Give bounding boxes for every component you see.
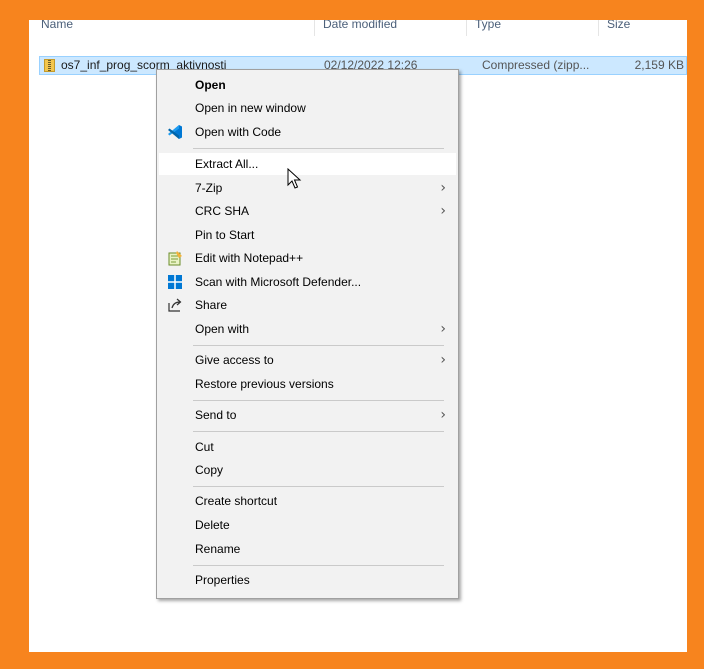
menu-item-label: Open with Code <box>195 125 282 139</box>
menu-item-give-access[interactable]: Give access to › <box>159 349 456 371</box>
menu-item-label: Pin to Start <box>195 228 255 242</box>
column-header-name[interactable]: Name <box>35 20 315 36</box>
menu-item-pin-to-start[interactable]: Pin to Start <box>159 224 456 246</box>
menu-separator <box>193 345 444 346</box>
menu-item-extract-all[interactable]: Extract All... <box>159 153 456 175</box>
menu-separator <box>193 486 444 487</box>
mouse-pointer-icon <box>287 167 303 190</box>
menu-separator <box>193 400 444 401</box>
menu-item-copy[interactable]: Copy <box>159 459 456 481</box>
chevron-right-icon: › <box>440 352 446 368</box>
menu-item-crc-sha[interactable]: CRC SHA › <box>159 200 456 222</box>
chevron-right-icon: › <box>440 407 446 423</box>
context-menu: Open Open in new window Open with Code E… <box>156 69 459 599</box>
chevron-right-icon: › <box>440 203 446 219</box>
menu-item-label: Cut <box>195 440 214 454</box>
menu-item-label: Delete <box>195 518 230 532</box>
menu-item-label: Open in new window <box>195 101 306 115</box>
menu-item-open[interactable]: Open <box>159 74 456 96</box>
menu-item-rename[interactable]: Rename <box>159 538 456 560</box>
column-headers: Name Date modified Type Size <box>29 20 687 42</box>
menu-item-share[interactable]: Share <box>159 294 456 316</box>
menu-item-edit-notepad[interactable]: Edit with Notepad++ <box>159 247 456 269</box>
menu-item-cut[interactable]: Cut <box>159 436 456 458</box>
notepad-plus-plus-icon <box>167 250 183 266</box>
file-type: Compressed (zipp... <box>482 58 590 72</box>
menu-item-label: 7-Zip <box>195 181 223 195</box>
menu-item-label: Copy <box>195 463 224 477</box>
menu-separator <box>193 431 444 432</box>
menu-item-open-with[interactable]: Open with › <box>159 318 456 340</box>
column-header-size[interactable]: Size <box>601 20 687 36</box>
menu-separator <box>193 565 444 566</box>
menu-item-label: Open <box>195 78 226 92</box>
defender-shield-icon <box>167 274 183 290</box>
menu-item-label: Edit with Notepad++ <box>195 251 304 265</box>
menu-item-label: Restore previous versions <box>195 377 334 391</box>
menu-item-open-new-window[interactable]: Open in new window <box>159 97 456 119</box>
menu-item-label: Send to <box>195 408 237 422</box>
menu-item-label: Open with <box>195 322 250 336</box>
chevron-right-icon: › <box>440 180 446 196</box>
share-icon <box>167 297 183 313</box>
menu-item-open-with-code[interactable]: Open with Code <box>159 121 456 143</box>
menu-item-restore-versions[interactable]: Restore previous versions <box>159 373 456 395</box>
menu-item-scan-defender[interactable]: Scan with Microsoft Defender... <box>159 271 456 293</box>
menu-item-label: Properties <box>195 573 250 587</box>
menu-item-label: Extract All... <box>195 157 259 171</box>
column-header-type[interactable]: Type <box>469 20 599 36</box>
menu-item-label: Create shortcut <box>195 494 278 508</box>
menu-item-label: Give access to <box>195 353 274 367</box>
chevron-right-icon: › <box>440 321 446 337</box>
menu-item-7zip[interactable]: 7-Zip › <box>159 177 456 199</box>
column-header-date[interactable]: Date modified <box>317 20 467 36</box>
menu-item-label: Rename <box>195 542 241 556</box>
file-size: 2,159 KB <box>634 58 684 72</box>
zip-folder-icon <box>44 59 55 72</box>
menu-item-properties[interactable]: Properties <box>159 569 456 591</box>
menu-separator <box>193 148 444 149</box>
vscode-icon <box>167 124 183 140</box>
menu-item-label: CRC SHA <box>195 204 250 218</box>
menu-item-label: Scan with Microsoft Defender... <box>195 275 362 289</box>
menu-item-send-to[interactable]: Send to › <box>159 404 456 426</box>
menu-item-create-shortcut[interactable]: Create shortcut <box>159 490 456 512</box>
menu-item-delete[interactable]: Delete <box>159 514 456 536</box>
menu-item-label: Share <box>195 298 228 312</box>
